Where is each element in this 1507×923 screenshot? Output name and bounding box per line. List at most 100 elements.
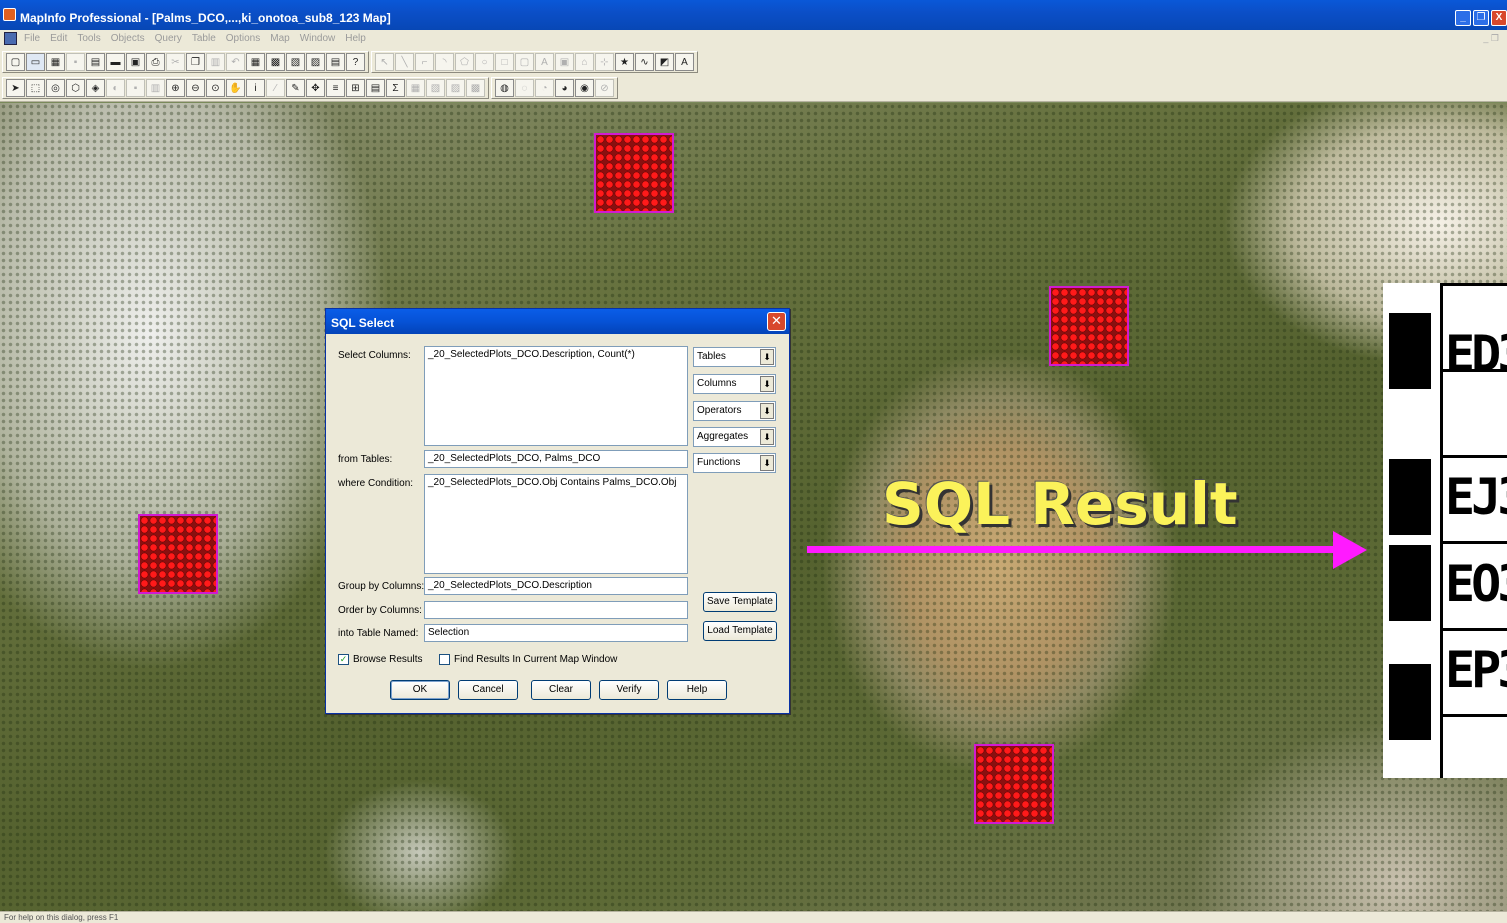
functions-dropdown[interactable]: Functions ⬇ bbox=[693, 453, 776, 473]
frame-icon[interactable]: ▣ bbox=[555, 53, 574, 71]
columns-dropdown[interactable]: Columns ⬇ bbox=[693, 374, 776, 394]
order-by-field[interactable] bbox=[424, 601, 688, 619]
legend-designer-icon[interactable]: ▩ bbox=[466, 79, 485, 97]
ruler-icon[interactable]: ⊞ bbox=[346, 79, 365, 97]
find-results-checkbox[interactable] bbox=[439, 654, 450, 665]
reshape-icon[interactable]: ⌂ bbox=[575, 53, 594, 71]
web-services-icon[interactable]: ◌ bbox=[515, 79, 534, 97]
dropdown-arrow-icon[interactable]: ⬇ bbox=[760, 455, 774, 471]
save-workspace-icon[interactable]: ▤ bbox=[86, 53, 105, 71]
boundary-select-icon[interactable]: ◈ bbox=[86, 79, 105, 97]
select-columns-field[interactable]: _20_SelectedPlots_DCO.Description, Count… bbox=[424, 346, 688, 446]
print-preview-icon[interactable]: ▣ bbox=[126, 53, 145, 71]
disabled-tool-icon[interactable]: ⊘ bbox=[595, 79, 614, 97]
clip-region-icon[interactable]: ▧ bbox=[426, 79, 445, 97]
browse-results-checkbox[interactable]: ✓ bbox=[338, 654, 349, 665]
text-icon[interactable]: A bbox=[535, 53, 554, 71]
menu-tools[interactable]: Tools bbox=[77, 33, 100, 44]
symbol-style-icon[interactable]: ★ bbox=[615, 53, 634, 71]
unselect-all-icon[interactable]: ▪ bbox=[126, 79, 145, 97]
ok-button[interactable]: OK bbox=[390, 680, 450, 700]
menu-table[interactable]: Table bbox=[192, 33, 216, 44]
dropdown-arrow-icon[interactable]: ⬇ bbox=[760, 349, 774, 365]
rectangle-icon[interactable]: □ bbox=[495, 53, 514, 71]
marquee-select-icon[interactable]: ⬚ bbox=[26, 79, 45, 97]
zoom-out-icon[interactable]: ⊖ bbox=[186, 79, 205, 97]
ellipse-icon[interactable]: ○ bbox=[475, 53, 494, 71]
label-icon[interactable]: ✎ bbox=[286, 79, 305, 97]
menu-query[interactable]: Query bbox=[155, 33, 182, 44]
arc-icon[interactable]: ◝ bbox=[435, 53, 454, 71]
new-browser-icon[interactable]: ▦ bbox=[246, 53, 265, 71]
plot-polygon[interactable] bbox=[594, 133, 674, 213]
plot-polygon[interactable] bbox=[974, 744, 1054, 824]
grabber-icon[interactable]: ✋ bbox=[226, 79, 245, 97]
drag-window-icon[interactable]: ✥ bbox=[306, 79, 325, 97]
mdi-controls[interactable]: _ ❐ bbox=[1483, 33, 1499, 44]
layer-control-icon[interactable]: ≡ bbox=[326, 79, 345, 97]
line-style-icon[interactable]: ∿ bbox=[635, 53, 654, 71]
new-mapper-icon[interactable]: ▩ bbox=[266, 53, 285, 71]
tables-dropdown[interactable]: Tables ⬇ bbox=[693, 347, 776, 367]
print-icon[interactable]: ⎙ bbox=[146, 53, 165, 71]
statistics-icon[interactable]: Σ bbox=[386, 79, 405, 97]
help-pointer-icon[interactable]: ? bbox=[346, 53, 365, 71]
menu-window[interactable]: Window bbox=[300, 33, 336, 44]
zoom-in-icon[interactable]: ⊕ bbox=[166, 79, 185, 97]
new-icon[interactable]: ▢ bbox=[6, 53, 25, 71]
polygon-icon[interactable]: ⬠ bbox=[455, 53, 474, 71]
menu-edit[interactable]: Edit bbox=[50, 33, 67, 44]
add-node-icon[interactable]: ⊹ bbox=[595, 53, 614, 71]
text-style-icon[interactable]: A bbox=[675, 53, 694, 71]
graph-select-icon[interactable]: ▥ bbox=[146, 79, 165, 97]
menu-map[interactable]: Map bbox=[270, 33, 289, 44]
dropdown-arrow-icon[interactable]: ⬇ bbox=[760, 376, 774, 392]
new-layout-icon[interactable]: ▨ bbox=[306, 53, 325, 71]
radius-select-icon[interactable]: ◎ bbox=[46, 79, 65, 97]
close-window-button[interactable]: X bbox=[1491, 10, 1507, 26]
change-view-icon[interactable]: ⊙ bbox=[206, 79, 225, 97]
dropdown-arrow-icon[interactable]: ⬇ bbox=[760, 403, 774, 419]
menu-objects[interactable]: Objects bbox=[111, 33, 145, 44]
set-target-icon[interactable]: ▦ bbox=[406, 79, 425, 97]
rounded-rectangle-icon[interactable]: ▢ bbox=[515, 53, 534, 71]
open-workspace-icon[interactable]: ▦ bbox=[46, 53, 65, 71]
world-icon[interactable]: ◕ bbox=[555, 79, 574, 97]
document-icon[interactable] bbox=[4, 32, 17, 45]
polyline-icon[interactable]: ⌐ bbox=[415, 53, 434, 71]
cut-icon[interactable]: ✂ bbox=[166, 53, 185, 71]
legend-icon[interactable]: ▤ bbox=[366, 79, 385, 97]
menu-help[interactable]: Help bbox=[345, 33, 366, 44]
cancel-button[interactable]: Cancel bbox=[458, 680, 518, 700]
new-grapher-icon[interactable]: ▧ bbox=[286, 53, 305, 71]
save-icon[interactable]: ▪ bbox=[66, 53, 85, 71]
aggregates-dropdown[interactable]: Aggregates ⬇ bbox=[693, 427, 776, 447]
redistricter-icon[interactable]: ▤ bbox=[326, 53, 345, 71]
info-icon[interactable]: i bbox=[246, 79, 265, 97]
plot-polygon[interactable] bbox=[138, 514, 218, 594]
polygon-select-icon[interactable]: ⬡ bbox=[66, 79, 85, 97]
help-button[interactable]: Help bbox=[667, 680, 727, 700]
group-by-field[interactable]: _20_SelectedPlots_DCO.Description bbox=[424, 577, 688, 595]
undo-icon[interactable]: ↶ bbox=[226, 53, 245, 71]
restore-button[interactable]: ❐ bbox=[1473, 10, 1489, 26]
show-statistics-icon[interactable]: ▨ bbox=[446, 79, 465, 97]
into-table-field[interactable]: Selection bbox=[424, 624, 688, 642]
dialog-close-icon[interactable]: ✕ bbox=[767, 312, 786, 331]
copy-icon[interactable]: ❐ bbox=[186, 53, 205, 71]
operators-dropdown[interactable]: Operators ⬇ bbox=[693, 401, 776, 421]
plot-polygon[interactable] bbox=[1049, 286, 1129, 366]
gps-icon[interactable]: ◍ bbox=[495, 79, 514, 97]
where-condition-field[interactable]: _20_SelectedPlots_DCO.Obj Contains Palms… bbox=[424, 474, 688, 574]
dropdown-arrow-icon[interactable]: ⬇ bbox=[760, 429, 774, 445]
globe-search-icon[interactable]: ◉ bbox=[575, 79, 594, 97]
line-icon[interactable]: ╲ bbox=[395, 53, 414, 71]
geocode-icon[interactable]: ◔ bbox=[535, 79, 554, 97]
save-template-button[interactable]: Save Template bbox=[703, 592, 777, 612]
drawing-tool-icon[interactable]: ↖ bbox=[375, 53, 394, 71]
paste-icon[interactable]: ▥ bbox=[206, 53, 225, 71]
minimize-button[interactable]: _ bbox=[1455, 10, 1471, 26]
select-icon[interactable]: ➤ bbox=[6, 79, 25, 97]
from-tables-field[interactable]: _20_SelectedPlots_DCO, Palms_DCO bbox=[424, 450, 688, 468]
menu-options[interactable]: Options bbox=[226, 33, 260, 44]
